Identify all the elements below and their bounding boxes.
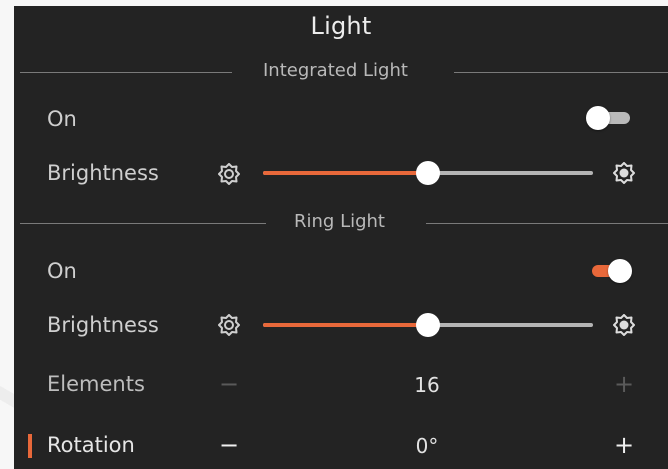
integrated-brightness-slider[interactable] [263, 160, 593, 186]
elements-value: 16 [414, 373, 440, 397]
toggle-knob [586, 106, 610, 130]
divider-line [454, 72, 668, 73]
integrated-light-section-header: Integrated Light [20, 60, 668, 84]
ring-brightness-slider[interactable] [263, 312, 593, 338]
panel-title: Light [310, 12, 372, 40]
integrated-light-section-label: Integrated Light [263, 60, 408, 81]
brightness-low-icon [218, 314, 240, 336]
brightness-high-icon [613, 314, 635, 336]
ring-light-section-label: Ring Light [294, 211, 385, 232]
rotation-decrement-button[interactable]: − [217, 431, 241, 459]
divider-line [20, 223, 266, 224]
elements-increment-button[interactable]: + [612, 370, 636, 398]
slider-thumb[interactable] [416, 313, 440, 337]
rotation-increment-button[interactable]: + [612, 431, 636, 459]
elements-label: Elements [47, 372, 145, 396]
ring-light-section-header: Ring Light [20, 211, 668, 235]
brightness-high-icon [613, 162, 635, 184]
integrated-on-toggle[interactable] [586, 106, 632, 130]
elements-decrement-button[interactable]: − [217, 370, 241, 398]
toggle-knob [608, 259, 632, 283]
divider-line [426, 223, 668, 224]
brightness-low-icon [218, 163, 240, 185]
ring-brightness-label: Brightness [47, 313, 159, 337]
slider-fill [263, 171, 428, 175]
divider-line [20, 72, 232, 73]
rotation-focus-indicator [28, 434, 32, 458]
ring-on-toggle[interactable] [586, 259, 632, 283]
slider-thumb[interactable] [416, 161, 440, 185]
rotation-value: 0° [415, 434, 439, 458]
rotation-label: Rotation [47, 433, 135, 457]
slider-fill [263, 323, 428, 327]
integrated-on-label: On [47, 107, 77, 131]
ring-on-label: On [47, 259, 77, 283]
light-panel: Light Integrated Light On Brightness Rin… [14, 6, 668, 469]
integrated-brightness-label: Brightness [47, 161, 159, 185]
